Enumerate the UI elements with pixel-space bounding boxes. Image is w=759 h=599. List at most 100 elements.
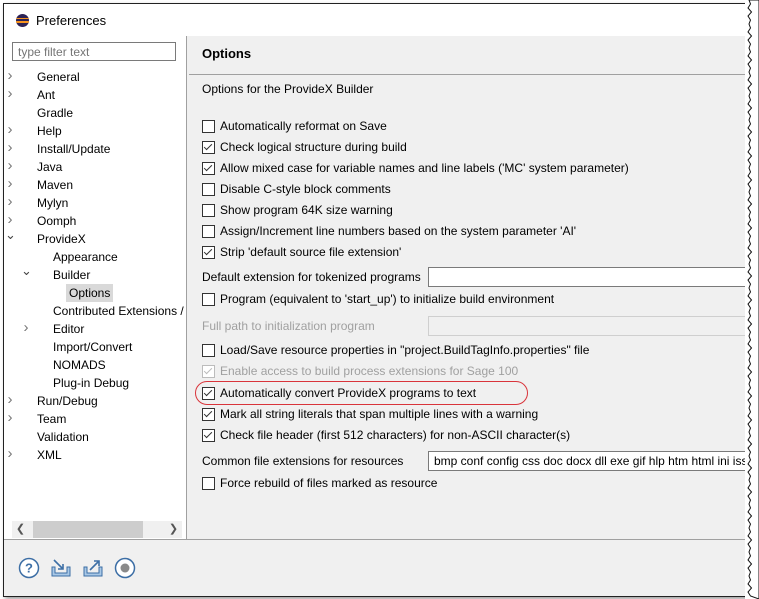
chevron-right-icon[interactable]: › — [5, 157, 15, 175]
tree-item-label: Editor — [53, 322, 85, 336]
page-description: Options for the ProvideX Builder — [202, 82, 374, 96]
tree-item[interactable]: › Oomph — [4, 211, 186, 230]
tree-item[interactable]: › General — [4, 67, 186, 86]
option-force-rebuild[interactable]: Force rebuild of files marked as resourc… — [202, 475, 437, 491]
tree-item[interactable]: › Run/Debug — [4, 391, 186, 410]
tree-item-label: Oomph — [37, 214, 77, 228]
option-check-file-header[interactable]: Check file header (first 512 characters)… — [202, 427, 570, 443]
option-assign-line-numbers[interactable]: Assign/Increment line numbers based on t… — [202, 223, 576, 239]
checkbox[interactable] — [202, 203, 215, 217]
tree-item[interactable]: Validation — [4, 428, 186, 446]
tree-item-label: Contributed Extensions / — [53, 304, 184, 318]
option-auto-reformat[interactable]: Automatically reformat on Save — [202, 118, 387, 134]
chevron-right-icon[interactable]: › — [5, 193, 15, 211]
chevron-right-icon[interactable]: › — [5, 445, 15, 463]
chevron-right-icon[interactable]: › — [5, 175, 15, 193]
options-page: Options Options for the ProvideX Builder… — [189, 36, 749, 539]
tree-item-label: Ant — [37, 88, 56, 102]
scroll-right-icon[interactable]: ❯ — [165, 521, 182, 538]
page-header: Options — [189, 36, 749, 75]
option-startup-program[interactable]: Program (equivalent to 'start_up') to in… — [202, 291, 554, 307]
tree-item[interactable]: Plug-in Debug — [4, 374, 186, 392]
record-icon[interactable] — [114, 557, 136, 579]
tree-item-label: XML — [37, 448, 62, 462]
tree-item[interactable]: › Editor — [4, 319, 186, 338]
tree-item[interactable]: Options — [4, 284, 186, 302]
checkbox[interactable] — [202, 245, 215, 259]
option-mark-string-literals[interactable]: Mark all string literals that span multi… — [202, 406, 538, 422]
checkbox[interactable] — [202, 386, 215, 400]
tree-item-label: Gradle — [37, 106, 74, 120]
option-auto-convert-text[interactable]: Automatically convert ProvideX programs … — [202, 385, 476, 401]
horizontal-scrollbar[interactable]: ❮ ❯ — [12, 521, 182, 538]
option-64k-warning[interactable]: Show program 64K size warning — [202, 202, 393, 218]
tree-item[interactable]: Contributed Extensions / — [4, 302, 186, 320]
chevron-down-icon[interactable]: ⌄ — [21, 262, 32, 280]
default-extension-input[interactable] — [428, 267, 749, 287]
chevron-down-icon[interactable]: ⌄ — [5, 226, 16, 244]
checkbox — [202, 364, 215, 378]
checkbox[interactable] — [202, 476, 215, 490]
init-path-label: Full path to initialization program — [202, 319, 375, 333]
checkbox[interactable] — [202, 343, 215, 357]
scroll-left-icon[interactable]: ❮ — [12, 521, 29, 538]
eclipse-icon — [16, 13, 29, 27]
option-sage-extensions: Enable access to build process extension… — [202, 363, 518, 379]
default-extension-label: Default extension for tokenized programs — [202, 270, 421, 284]
tree-item[interactable]: › XML — [4, 445, 186, 464]
export-icon[interactable] — [82, 557, 104, 579]
tree-item[interactable]: Import/Convert — [4, 338, 186, 356]
tree-item[interactable]: › Java — [4, 157, 186, 176]
tree-item[interactable]: › Install/Update — [4, 139, 186, 158]
option-check-logical-structure[interactable]: Check logical structure during build — [202, 139, 407, 155]
checkbox[interactable] — [202, 161, 215, 175]
filter-input[interactable] — [12, 42, 176, 61]
resource-extensions-input[interactable]: bmp conf config css doc docx dll exe gif… — [428, 451, 749, 471]
checkbox[interactable] — [202, 407, 215, 421]
checkbox[interactable] — [202, 224, 215, 238]
chevron-right-icon[interactable]: › — [21, 319, 31, 337]
checkbox[interactable] — [202, 182, 215, 196]
tree-item[interactable]: › Team — [4, 409, 186, 428]
tree-item-label: Help — [37, 124, 62, 138]
help-icon[interactable]: ? — [18, 557, 40, 579]
option-load-save-properties[interactable]: Load/Save resource properties in "projec… — [202, 342, 589, 358]
page-title: Options — [202, 46, 252, 61]
chevron-right-icon[interactable]: › — [5, 409, 15, 427]
tree-item-label: Mylyn — [37, 196, 69, 210]
tree-item-label: Java — [37, 160, 63, 174]
option-disable-c-comments[interactable]: Disable C-style block comments — [202, 181, 391, 197]
tree-item-label: Plug-in Debug — [53, 376, 130, 390]
tree-item-label: Team — [37, 412, 67, 426]
tree-item[interactable]: NOMADS — [4, 356, 186, 374]
tree-item[interactable]: ⌄ ProvideX — [4, 227, 186, 248]
tree-item-label: General — [37, 70, 80, 84]
preferences-window: Preferences › General › Ant Gradle › Help › Inst… — [3, 3, 750, 597]
tree-item-label: Options — [66, 284, 114, 302]
checkbox[interactable] — [202, 140, 215, 154]
tree-item[interactable]: › Ant — [4, 85, 186, 104]
tree-item[interactable]: › Mylyn — [4, 193, 186, 212]
checkbox[interactable] — [202, 292, 215, 306]
tree-item-label: ProvideX — [37, 232, 86, 246]
preference-tree: › General › Ant Gradle › Help › Install/Update › J… — [4, 67, 186, 464]
scrollbar-thumb[interactable] — [33, 521, 143, 538]
tree-item[interactable]: › Maven — [4, 175, 186, 194]
chevron-right-icon[interactable]: › — [5, 121, 15, 139]
import-icon[interactable] — [50, 557, 72, 579]
init-path-input[interactable] — [428, 316, 749, 336]
resource-extensions-label: Common file extensions for resources — [202, 454, 404, 468]
tree-item[interactable]: ⌄ Builder — [4, 263, 186, 284]
option-allow-mixed-case[interactable]: Allow mixed case for variable names and … — [202, 160, 629, 176]
tree-item-label: NOMADS — [53, 358, 106, 372]
tree-item-label: Appearance — [53, 250, 118, 264]
tree-item[interactable]: › Help — [4, 121, 186, 140]
checkbox[interactable] — [202, 428, 215, 442]
checkbox[interactable] — [202, 119, 215, 133]
tree-item[interactable]: Gradle — [4, 104, 186, 122]
chevron-right-icon[interactable]: › — [5, 139, 15, 157]
chevron-right-icon[interactable]: › — [5, 85, 15, 103]
chevron-right-icon[interactable]: › — [5, 391, 15, 409]
option-strip-extension[interactable]: Strip 'default source file extension' — [202, 244, 401, 260]
chevron-right-icon[interactable]: › — [5, 67, 15, 85]
